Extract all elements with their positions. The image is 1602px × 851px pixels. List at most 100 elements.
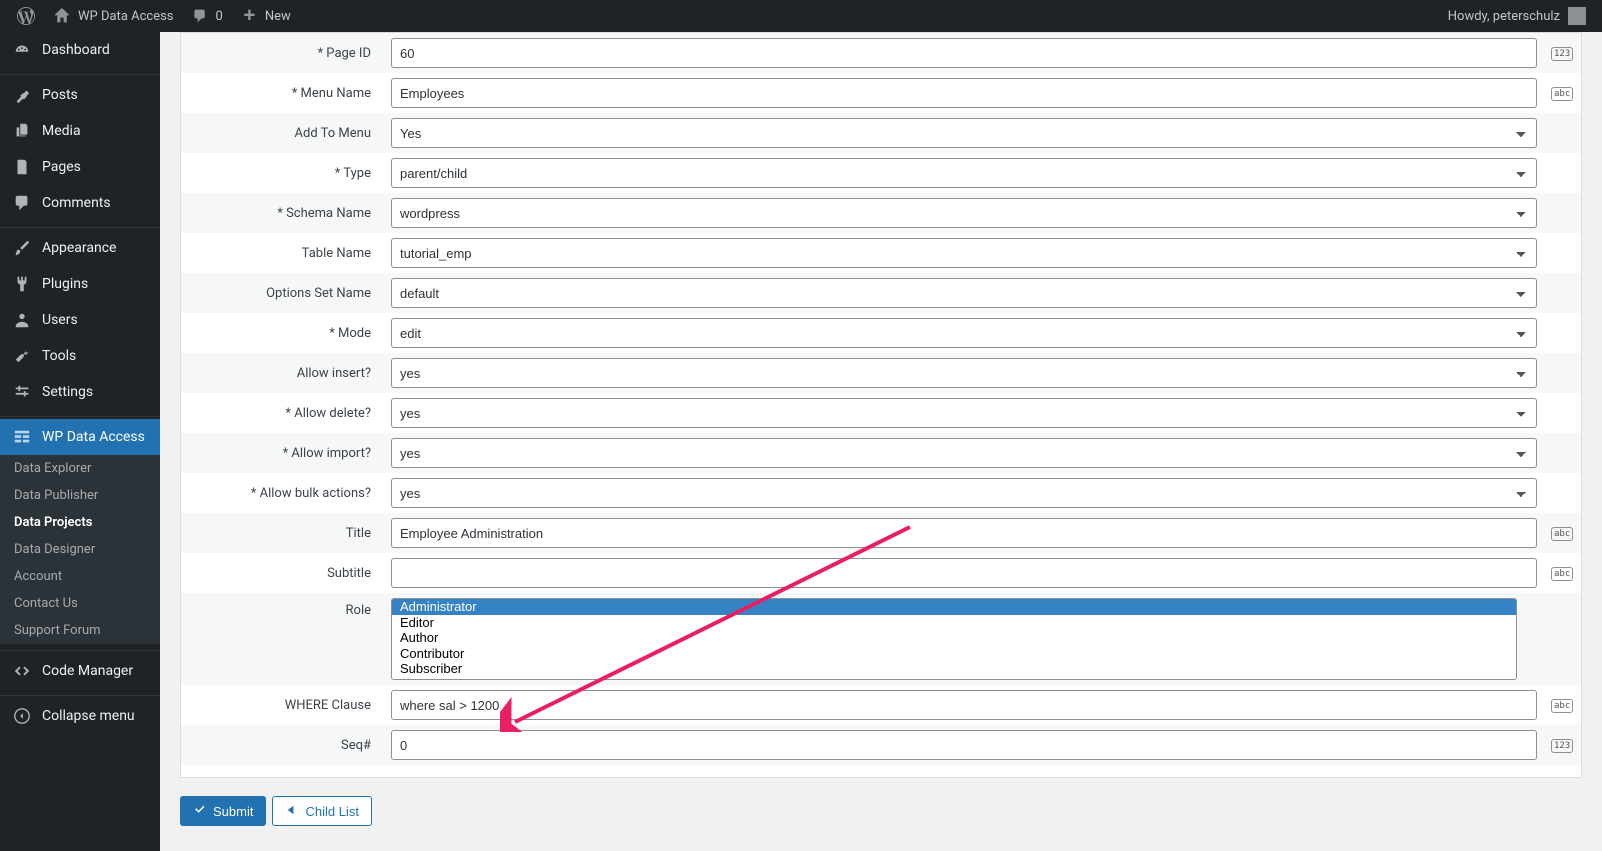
menu-posts[interactable]: Posts <box>0 77 160 113</box>
comment-icon <box>12 193 32 213</box>
submenu-data-publisher[interactable]: Data Publisher <box>0 482 160 509</box>
menu-pages[interactable]: Pages <box>0 149 160 185</box>
admin-sidebar: Dashboard Posts Media Pages Comments App… <box>0 32 160 851</box>
comment-count: 0 <box>216 9 223 24</box>
hint-text: abc <box>1551 87 1573 101</box>
howdy-text: Howdy, peterschulz <box>1448 9 1560 24</box>
label-allow-insert: Allow insert? <box>181 353 381 393</box>
submenu-support[interactable]: Support Forum <box>0 617 160 644</box>
submenu-contact[interactable]: Contact Us <box>0 590 160 617</box>
input-title[interactable] <box>391 518 1537 548</box>
label-allow-delete: * Allow delete? <box>181 393 381 433</box>
menu-users[interactable]: Users <box>0 302 160 338</box>
label-menu-name: * Menu Name <box>181 73 381 113</box>
child-list-button[interactable]: Child List <box>272 796 371 826</box>
media-icon <box>12 121 32 141</box>
site-name: WP Data Access <box>78 9 174 24</box>
label-page-id: * Page ID <box>181 33 381 73</box>
admin-bar: WP Data Access 0 New Howdy, peterschulz <box>0 0 1602 32</box>
label-seq: Seq# <box>181 725 381 765</box>
code-icon <box>12 661 32 681</box>
site-link[interactable]: WP Data Access <box>44 0 182 32</box>
button-row: Submit Child List <box>180 796 1582 826</box>
home-icon <box>52 6 72 26</box>
pin-icon <box>12 85 32 105</box>
select-allow-import[interactable]: yes <box>391 438 1537 468</box>
sliders-icon <box>12 382 32 402</box>
admin-bar-left: WP Data Access 0 New <box>8 0 299 32</box>
form-table: * Page ID 123 * Menu Name abc Add To Men… <box>181 33 1581 765</box>
comment-icon <box>190 6 210 26</box>
select-allow-bulk[interactable]: yes <box>391 478 1537 508</box>
select-options-set[interactable]: default <box>391 278 1537 308</box>
submenu-data-projects[interactable]: Data Projects <box>0 509 160 536</box>
hint-numeric: 123 <box>1551 47 1573 61</box>
plus-icon <box>239 6 259 26</box>
submit-button[interactable]: Submit <box>180 796 266 826</box>
menu-wp-data-access[interactable]: WP Data Access <box>0 419 160 455</box>
label-add-to-menu: Add To Menu <box>181 113 381 153</box>
menu-separator <box>0 691 160 696</box>
submenu-data-explorer[interactable]: Data Explorer <box>0 455 160 482</box>
hint-text: abc <box>1551 527 1573 541</box>
label-role: Role <box>181 593 381 685</box>
submenu-account[interactable]: Account <box>0 563 160 590</box>
input-subtitle[interactable] <box>391 558 1537 588</box>
input-menu-name[interactable] <box>391 78 1537 108</box>
menu-dashboard[interactable]: Dashboard <box>0 32 160 68</box>
menu-collapse[interactable]: Collapse menu <box>0 698 160 734</box>
menu-plugins[interactable]: Plugins <box>0 266 160 302</box>
wp-logo[interactable] <box>8 0 44 32</box>
select-add-to-menu[interactable]: Yes <box>391 118 1537 148</box>
form-panel: * Page ID 123 * Menu Name abc Add To Men… <box>180 32 1582 778</box>
page-icon <box>12 157 32 177</box>
label-type: * Type <box>181 153 381 193</box>
menu-separator <box>0 646 160 651</box>
select-table-name[interactable]: tutorial_emp <box>391 238 1537 268</box>
label-options-set: Options Set Name <box>181 273 381 313</box>
label-subtitle: Subtitle <box>181 553 381 593</box>
avatar <box>1568 7 1586 25</box>
input-page-id[interactable] <box>391 38 1537 68</box>
label-mode: * Mode <box>181 313 381 353</box>
check-icon <box>193 803 207 820</box>
label-allow-bulk: * Allow bulk actions? <box>181 473 381 513</box>
wordpress-icon <box>16 6 36 26</box>
submenu-data-designer[interactable]: Data Designer <box>0 536 160 563</box>
select-type[interactable]: parent/child <box>391 158 1537 188</box>
table-icon <box>12 427 32 447</box>
hint-numeric: 123 <box>1551 739 1573 753</box>
label-title: Title <box>181 513 381 553</box>
select-schema-name[interactable]: wordpress <box>391 198 1537 228</box>
wrench-icon <box>12 346 32 366</box>
select-mode[interactable]: edit <box>391 318 1537 348</box>
dashboard-icon <box>12 40 32 60</box>
input-where-clause[interactable] <box>391 690 1537 720</box>
menu-appearance[interactable]: Appearance <box>0 230 160 266</box>
label-allow-import: * Allow import? <box>181 433 381 473</box>
menu-comments[interactable]: Comments <box>0 185 160 221</box>
menu-settings[interactable]: Settings <box>0 374 160 410</box>
select-role[interactable]: Administrator Editor Author Contributor … <box>391 598 1517 680</box>
select-allow-delete[interactable]: yes <box>391 398 1537 428</box>
menu-code-manager[interactable]: Code Manager <box>0 653 160 689</box>
input-seq[interactable] <box>391 730 1537 760</box>
select-allow-insert[interactable]: yes <box>391 358 1537 388</box>
new-link[interactable]: New <box>231 0 299 32</box>
user-icon <box>12 310 32 330</box>
menu-media[interactable]: Media <box>0 113 160 149</box>
menu-separator <box>0 223 160 228</box>
admin-bar-right[interactable]: Howdy, peterschulz <box>1448 7 1594 25</box>
menu-tools[interactable]: Tools <box>0 338 160 374</box>
menu-separator <box>0 70 160 75</box>
hint-text: abc <box>1551 567 1573 581</box>
new-label: New <box>265 9 291 24</box>
label-table-name: Table Name <box>181 233 381 273</box>
brush-icon <box>12 238 32 258</box>
comments-link[interactable]: 0 <box>182 0 231 32</box>
label-schema-name: * Schema Name <box>181 193 381 233</box>
main-content: * Page ID 123 * Menu Name abc Add To Men… <box>160 32 1602 846</box>
plug-icon <box>12 274 32 294</box>
collapse-icon <box>12 706 32 726</box>
label-where-clause: WHERE Clause <box>181 685 381 725</box>
